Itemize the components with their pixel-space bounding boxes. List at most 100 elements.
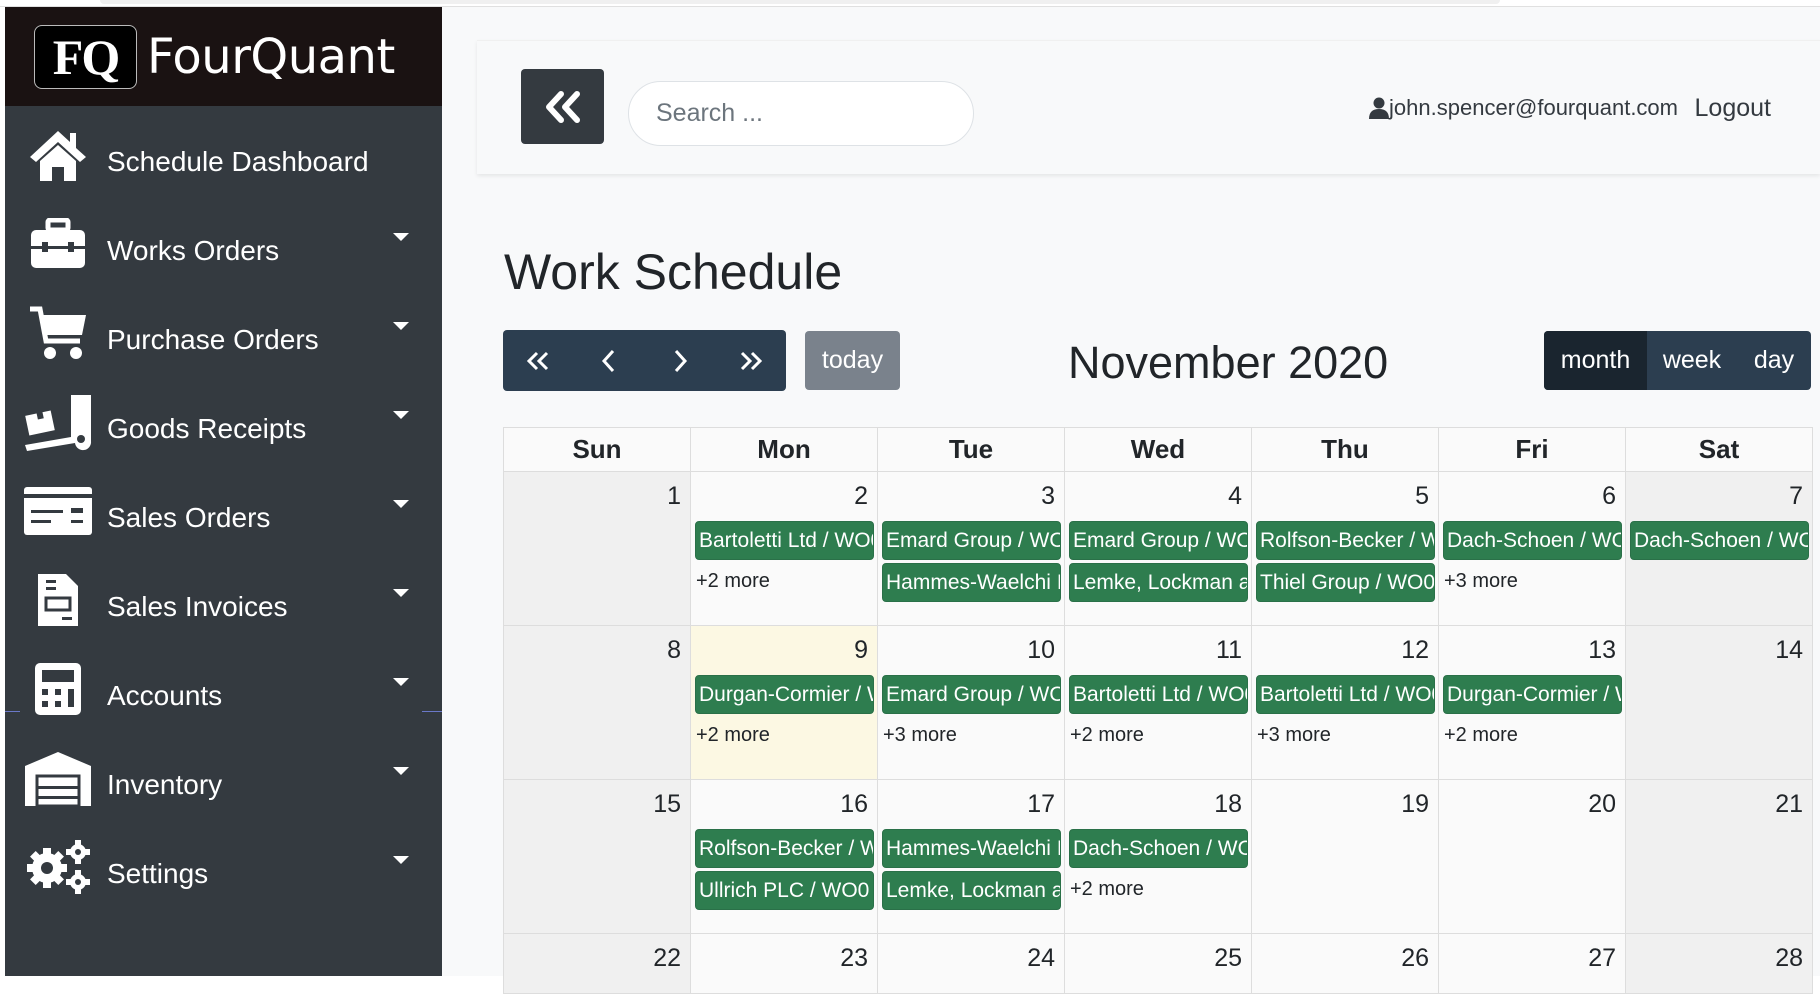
logout-link[interactable]: Logout: [1695, 94, 1771, 123]
calendar-event[interactable]: Rolfson-Becker / W: [1256, 521, 1435, 560]
caret-down-icon[interactable]: [393, 233, 409, 241]
caret-down-icon[interactable]: [393, 589, 409, 597]
view-month-button[interactable]: month: [1544, 331, 1647, 390]
day-number[interactable]: 10: [878, 626, 1064, 672]
calendar-day-cell[interactable]: 21: [1625, 779, 1813, 934]
calendar-event[interactable]: Bartoletti Ltd / WO0: [1069, 675, 1248, 714]
caret-down-icon[interactable]: [393, 322, 409, 330]
next-year-button[interactable]: [715, 330, 786, 391]
calendar-day-cell[interactable]: 13 Durgan-Cormier / W +2 more: [1438, 625, 1626, 780]
day-number[interactable]: 1: [504, 472, 690, 518]
calendar-event[interactable]: Durgan-Cormier / W: [695, 675, 874, 714]
more-events-link[interactable]: +2 more: [1439, 714, 1625, 747]
calendar-event[interactable]: Ullrich PLC / WO0: [695, 871, 874, 910]
day-number[interactable]: 15: [504, 780, 690, 826]
calendar-day-cell[interactable]: 15: [503, 779, 691, 934]
day-number[interactable]: 28: [1626, 934, 1812, 980]
calendar-day-cell[interactable]: 2 Bartoletti Ltd / WO0 +2 more: [690, 471, 878, 626]
calendar-day-cell[interactable]: 18 Dach-Schoen / WO +2 more: [1064, 779, 1252, 934]
calendar-day-cell[interactable]: 5 Rolfson-Becker / W Thiel Group / WO0: [1251, 471, 1439, 626]
more-events-link[interactable]: +3 more: [1252, 714, 1438, 747]
day-number[interactable]: 5: [1252, 472, 1438, 518]
calendar-day-cell[interactable]: 22: [503, 933, 691, 994]
day-number[interactable]: 9: [691, 626, 877, 672]
calendar-event[interactable]: Bartoletti Ltd / WO0: [695, 521, 874, 560]
calendar-day-cell[interactable]: 9 Durgan-Cormier / W +2 more: [690, 625, 878, 780]
day-number[interactable]: 26: [1252, 934, 1438, 980]
calendar-day-cell[interactable]: 23: [690, 933, 878, 994]
day-number[interactable]: 25: [1065, 934, 1251, 980]
sidebar-item-works-orders[interactable]: Works Orders: [5, 199, 442, 288]
calendar-event[interactable]: Dach-Schoen / WO: [1630, 521, 1809, 560]
day-number[interactable]: 22: [504, 934, 690, 980]
day-number[interactable]: 14: [1626, 626, 1812, 672]
calendar-event[interactable]: Rolfson-Becker / W: [695, 829, 874, 868]
calendar-day-cell[interactable]: 20: [1438, 779, 1626, 934]
view-day-button[interactable]: day: [1737, 331, 1811, 390]
more-events-link[interactable]: +2 more: [1065, 868, 1251, 901]
sidebar-item-sales-invoices[interactable]: Sales Invoices: [5, 555, 442, 644]
calendar-day-cell[interactable]: 19: [1251, 779, 1439, 934]
brand-logo[interactable]: FQ FourQuant: [5, 7, 442, 106]
calendar-day-cell[interactable]: 4 Emard Group / WO Lemke, Lockman a: [1064, 471, 1252, 626]
day-number[interactable]: 11: [1065, 626, 1251, 672]
prev-year-button[interactable]: [503, 330, 574, 391]
calendar-day-cell[interactable]: 25: [1064, 933, 1252, 994]
calendar-day-cell[interactable]: 27: [1438, 933, 1626, 994]
calendar-day-cell[interactable]: 1: [503, 471, 691, 626]
calendar-event[interactable]: Emard Group / WO: [882, 521, 1061, 560]
calendar-event[interactable]: Dach-Schoen / WO: [1443, 521, 1622, 560]
prev-button[interactable]: [574, 330, 645, 391]
next-button[interactable]: [645, 330, 716, 391]
more-events-link[interactable]: +2 more: [1065, 714, 1251, 747]
calendar-event[interactable]: Hammes-Waelchi I: [882, 829, 1061, 868]
day-number[interactable]: 18: [1065, 780, 1251, 826]
more-events-link[interactable]: +2 more: [691, 560, 877, 593]
day-number[interactable]: 21: [1626, 780, 1812, 826]
day-number[interactable]: 6: [1439, 472, 1625, 518]
caret-down-icon[interactable]: [393, 411, 409, 419]
day-number[interactable]: 17: [878, 780, 1064, 826]
more-events-link[interactable]: +3 more: [878, 714, 1064, 747]
calendar-event[interactable]: Hammes-Waelchi I: [882, 563, 1061, 602]
day-number[interactable]: 2: [691, 472, 877, 518]
calendar-day-cell[interactable]: 6 Dach-Schoen / WO +3 more: [1438, 471, 1626, 626]
calendar-event[interactable]: Lemke, Lockman a: [882, 871, 1061, 910]
calendar-day-cell[interactable]: 3 Emard Group / WO Hammes-Waelchi I: [877, 471, 1065, 626]
calendar-event[interactable]: Thiel Group / WO0: [1256, 563, 1435, 602]
sidebar-item-goods-receipts[interactable]: Goods Receipts: [5, 377, 442, 466]
caret-down-icon[interactable]: [393, 678, 409, 686]
calendar-day-cell[interactable]: 24: [877, 933, 1065, 994]
calendar-day-cell[interactable]: 11 Bartoletti Ltd / WO0 +2 more: [1064, 625, 1252, 780]
day-number[interactable]: 20: [1439, 780, 1625, 826]
day-number[interactable]: 24: [878, 934, 1064, 980]
view-week-button[interactable]: week: [1647, 331, 1737, 390]
day-number[interactable]: 27: [1439, 934, 1625, 980]
calendar-day-cell[interactable]: 26: [1251, 933, 1439, 994]
calendar-event[interactable]: Durgan-Cormier / W: [1443, 675, 1622, 714]
calendar-day-cell[interactable]: 14: [1625, 625, 1813, 780]
day-number[interactable]: 4: [1065, 472, 1251, 518]
more-events-link[interactable]: +3 more: [1439, 560, 1625, 593]
day-number[interactable]: 13: [1439, 626, 1625, 672]
calendar-event[interactable]: Lemke, Lockman a: [1069, 563, 1248, 602]
day-number[interactable]: 3: [878, 472, 1064, 518]
user-account[interactable]: john.spencer@fourquant.com: [1369, 95, 1678, 121]
sidebar-item-inventory[interactable]: Inventory: [5, 733, 442, 822]
sidebar-item-schedule-dashboard[interactable]: Schedule Dashboard: [5, 110, 442, 199]
calendar-event[interactable]: Dach-Schoen / WO: [1069, 829, 1248, 868]
search-input[interactable]: [628, 81, 974, 146]
sidebar-item-sales-orders[interactable]: Sales Orders: [5, 466, 442, 555]
calendar-event[interactable]: Emard Group / WO: [882, 675, 1061, 714]
calendar-event[interactable]: Bartoletti Ltd / WO0: [1256, 675, 1435, 714]
day-number[interactable]: 8: [504, 626, 690, 672]
calendar-day-cell[interactable]: 8: [503, 625, 691, 780]
calendar-day-cell[interactable]: 7 Dach-Schoen / WO: [1625, 471, 1813, 626]
calendar-day-cell[interactable]: 28: [1625, 933, 1813, 994]
caret-down-icon[interactable]: [393, 500, 409, 508]
sidebar-item-settings[interactable]: Settings: [5, 822, 442, 911]
day-number[interactable]: 12: [1252, 626, 1438, 672]
calendar-day-cell[interactable]: 16 Rolfson-Becker / W Ullrich PLC / WO0: [690, 779, 878, 934]
today-button[interactable]: today: [805, 331, 900, 390]
day-number[interactable]: 16: [691, 780, 877, 826]
